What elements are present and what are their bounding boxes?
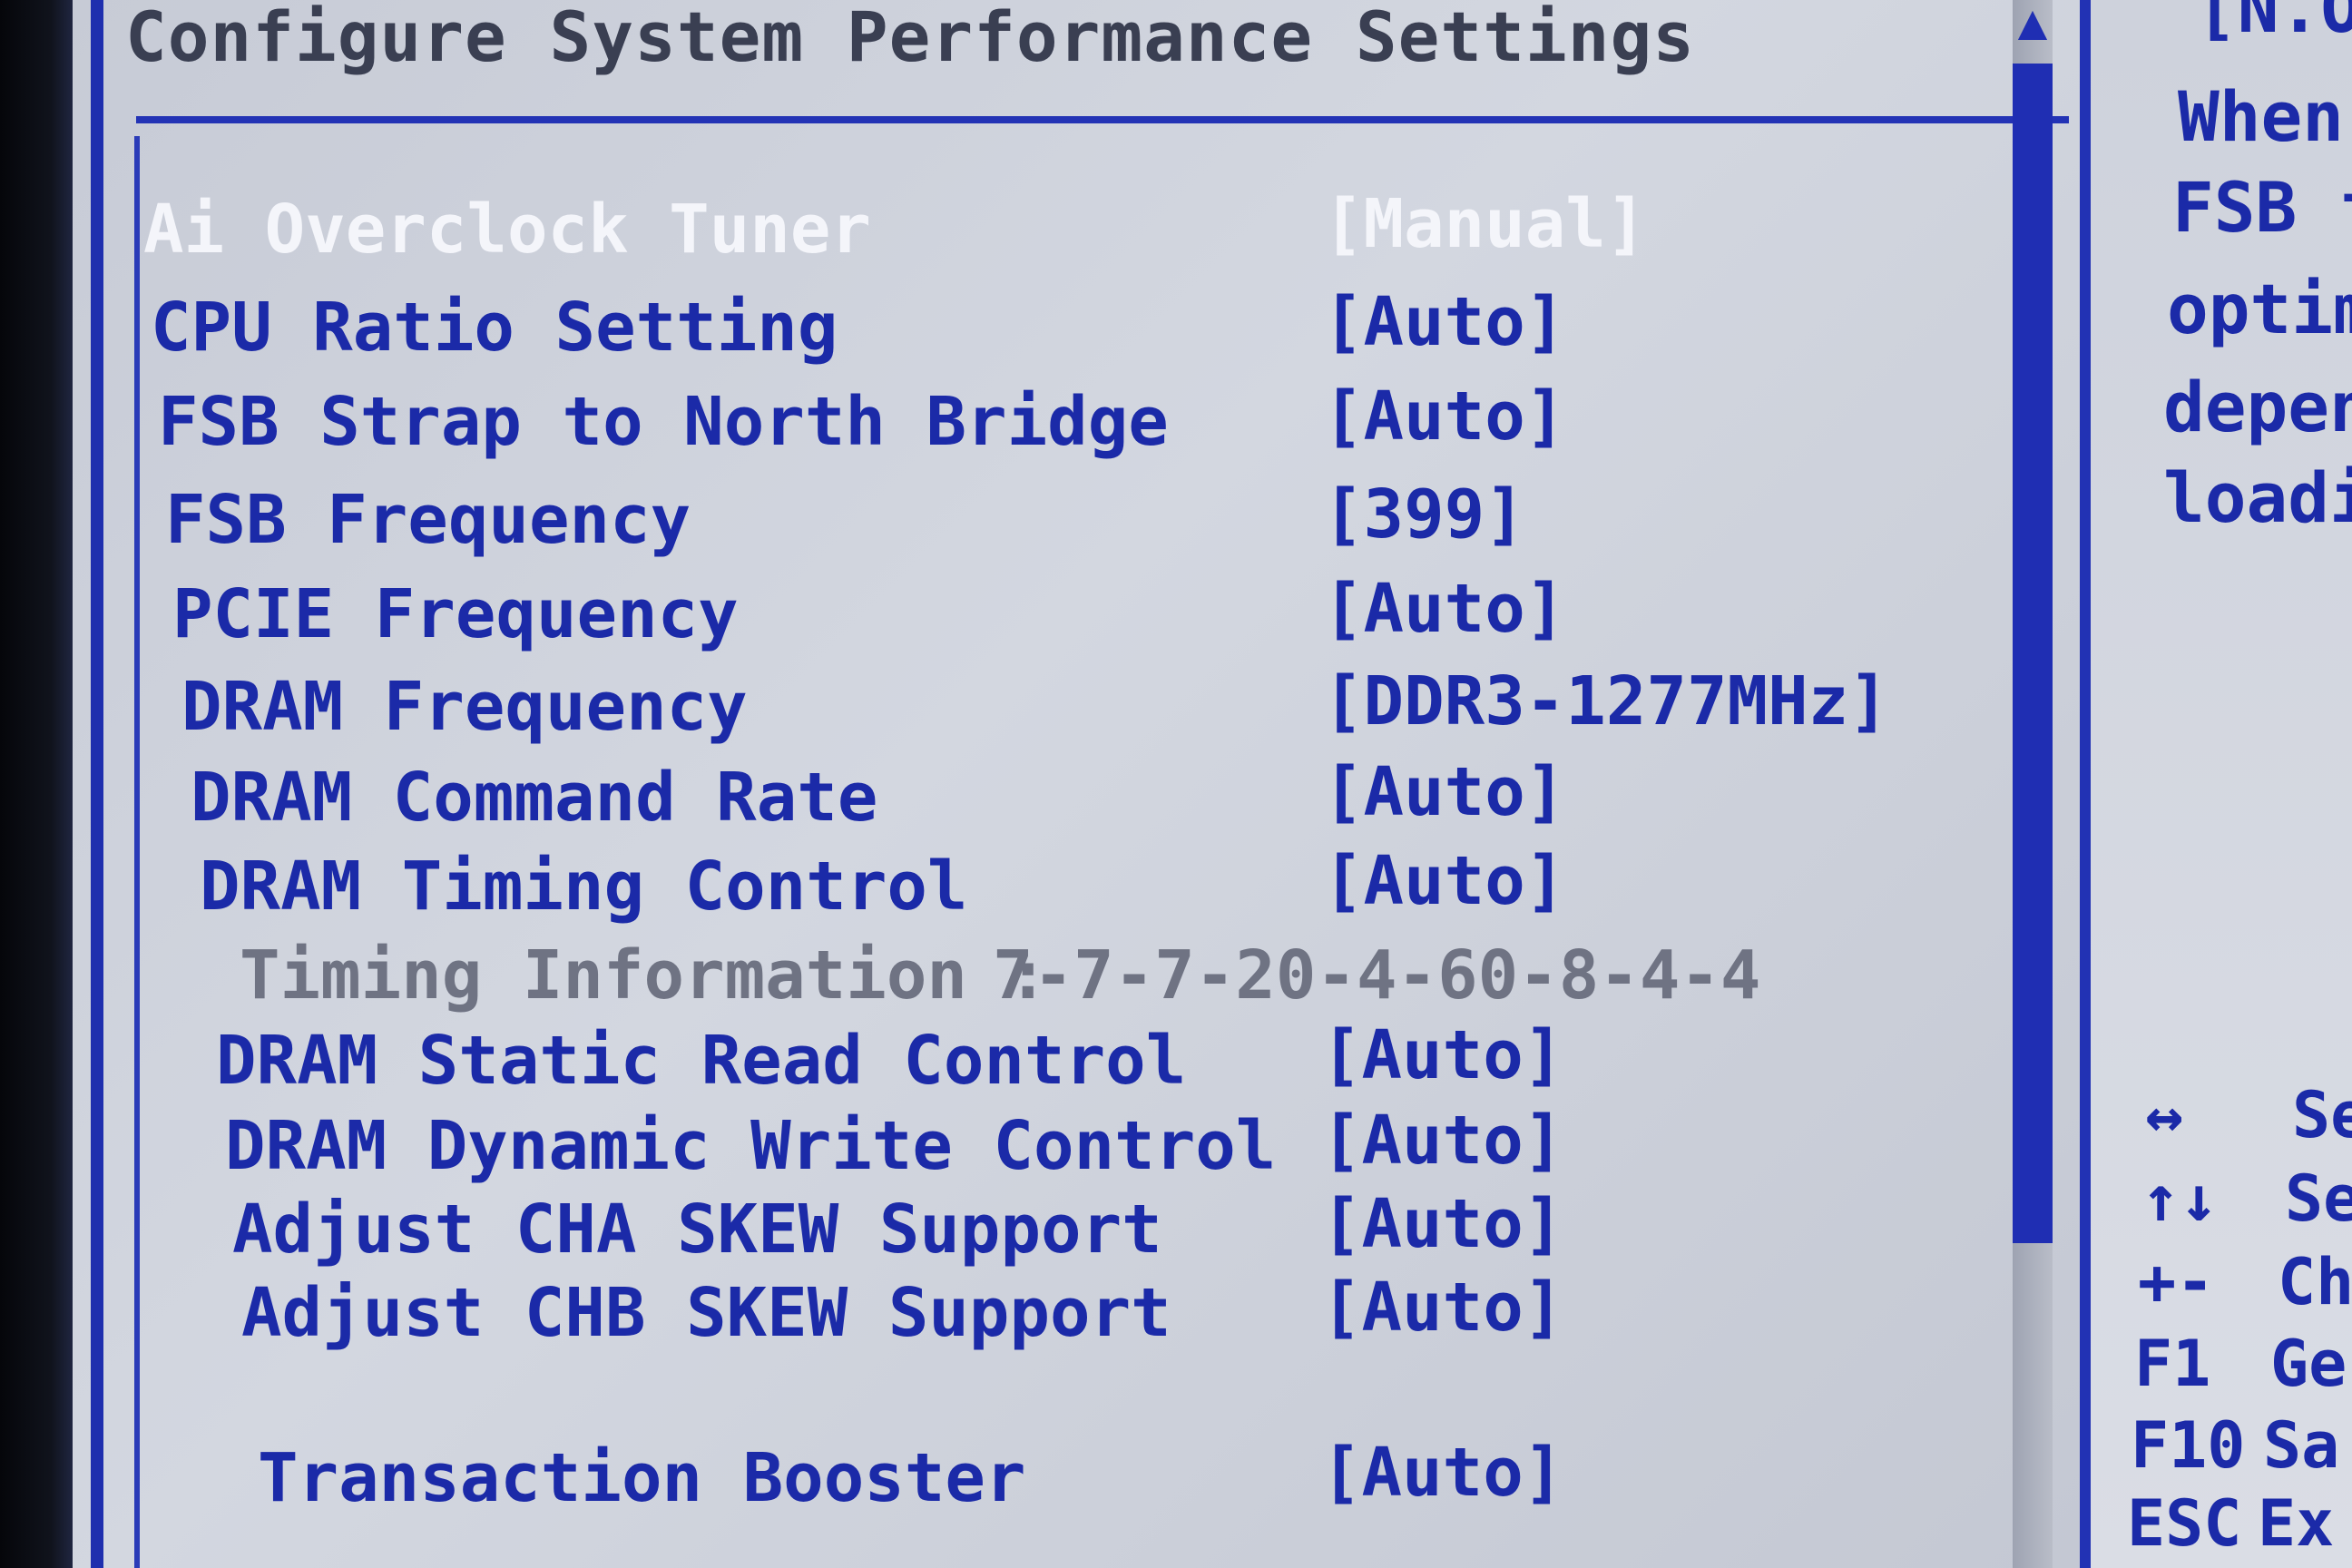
timing-information: Timing Information : 7-7-7-20-4-60-8-4-4 — [240, 936, 1964, 1020]
setting-cpu-ratio[interactable]: CPU Ratio Setting [Auto] — [151, 283, 1875, 372]
scrollbar-thumb[interactable] — [2013, 64, 2053, 1243]
setting-value[interactable]: [Auto] — [1321, 1102, 1563, 1180]
setting-label: DRAM Frequency — [181, 668, 748, 746]
setting-value[interactable]: [Auto] — [1323, 753, 1565, 831]
setting-dram-frequency[interactable]: DRAM Frequency [DDR3-1277MHz] — [181, 662, 1906, 751]
setting-value[interactable]: [Auto] — [1321, 1016, 1563, 1094]
setting-label: Ai Overclock Tuner — [143, 191, 871, 269]
timing-info-label: Timing Information : — [240, 936, 1049, 1014]
setting-label: Transaction Booster — [258, 1439, 1026, 1517]
setting-value[interactable]: [Auto] — [1323, 842, 1565, 920]
left-right-arrows-icon: ↔ — [2145, 1078, 2184, 1152]
monitor-bezel — [0, 0, 73, 1568]
esc-key: ESC — [2127, 1486, 2242, 1561]
setting-pcie-frequency[interactable]: PCIE Frequency [Auto] — [172, 570, 1896, 659]
setting-label: PCIE Frequency — [172, 575, 739, 653]
title-divider — [136, 116, 2069, 123]
help-text-line: loadi — [2163, 457, 2352, 538]
panel-left-border — [91, 0, 103, 1568]
setting-cha-skew[interactable]: Adjust CHA SKEW Support [Auto] — [232, 1185, 1956, 1274]
setting-value[interactable]: [Auto] — [1323, 377, 1565, 456]
setting-fsb-frequency[interactable]: FSB Frequency [399] — [165, 475, 1889, 564]
key-hint-select-item: ↑↓ Se — [2091, 1161, 2352, 1243]
help-panel: [N.O When FSB f optim depend loadi ↔ Se … — [2091, 0, 2352, 1568]
key-hint-text: Ex — [2258, 1486, 2335, 1561]
bios-screen: Configure System Performance Settings Ai… — [0, 0, 2352, 1568]
setting-dram-static-read[interactable]: DRAM Static Read Control [Auto] — [216, 1016, 1940, 1105]
setting-value[interactable]: [Manual] — [1323, 185, 1646, 263]
key-hint-text: Se — [2285, 1161, 2352, 1236]
setting-label: DRAM Static Read Control — [216, 1022, 1187, 1100]
setting-chb-skew[interactable]: Adjust CHB SKEW Support [Auto] — [241, 1269, 1965, 1357]
setting-value[interactable]: [Auto] — [1323, 283, 1565, 361]
setting-transaction-booster[interactable]: Transaction Booster [Auto] — [258, 1434, 1982, 1523]
setting-dram-command-rate[interactable]: DRAM Command Rate [Auto] — [191, 753, 1915, 842]
f10-key: F10 — [2131, 1408, 2246, 1483]
key-hint-text: Ge — [2270, 1327, 2347, 1401]
setting-label: DRAM Timing Control — [200, 848, 968, 926]
key-hint-text: Sa — [2263, 1408, 2340, 1483]
help-text-line: [N.O — [2196, 0, 2352, 48]
setting-label: FSB Strap to North Bridge — [158, 383, 1169, 461]
setting-dram-dynamic-write[interactable]: DRAM Dynamic Write Control [Auto] — [225, 1102, 1949, 1191]
setting-value[interactable]: [DDR3-1277MHz] — [1323, 662, 1889, 740]
setting-label: Adjust CHB SKEW Support — [241, 1274, 1171, 1352]
key-hint-exit: ESC Ex — [2091, 1486, 2352, 1568]
key-hint-select-screen: ↔ Se — [2091, 1078, 2352, 1160]
help-text-line: FSB f — [2172, 167, 2352, 248]
help-text-line: When — [2178, 76, 2345, 157]
f1-key: F1 — [2134, 1327, 2211, 1401]
setting-dram-timing-control[interactable]: DRAM Timing Control [Auto] — [200, 842, 1924, 931]
setting-label: FSB Frequency — [165, 481, 691, 559]
setting-label: DRAM Command Rate — [191, 759, 878, 837]
setting-fsb-strap[interactable]: FSB Strap to North Bridge [Auto] — [158, 377, 1882, 466]
scroll-up-arrow-icon[interactable]: ▲ — [2013, 0, 2053, 49]
key-hint-text: Se — [2292, 1078, 2352, 1152]
help-panel-divider — [2080, 0, 2091, 1568]
setting-value[interactable]: [Auto] — [1321, 1434, 1563, 1512]
page-title: Configure System Performance Settings — [125, 0, 1695, 77]
setting-value[interactable]: [Auto] — [1323, 570, 1565, 648]
key-hint-save: F10 Sa — [2091, 1408, 2352, 1490]
key-hint-text: Ch — [2278, 1245, 2352, 1319]
help-text-line: depend — [2163, 367, 2352, 447]
setting-value[interactable]: [Auto] — [1321, 1269, 1563, 1347]
setting-ai-overclock-tuner[interactable]: Ai Overclock Tuner [Manual] — [143, 185, 1867, 274]
setting-label: CPU Ratio Setting — [151, 289, 838, 367]
setting-value[interactable]: [399] — [1323, 475, 1525, 554]
help-text-line: optim — [2167, 269, 2352, 349]
setting-label: DRAM Dynamic Write Control — [225, 1107, 1277, 1185]
plus-minus-icon: +- — [2138, 1245, 2215, 1319]
panel-inner-border — [134, 136, 140, 1568]
setting-value[interactable]: [Auto] — [1321, 1185, 1563, 1263]
up-down-arrows-icon: ↑↓ — [2141, 1161, 2219, 1236]
timing-info-value: 7-7-7-20-4-60-8-4-4 — [993, 936, 1761, 1014]
key-hint-help: F1 Ge — [2091, 1327, 2352, 1408]
setting-label: Adjust CHA SKEW Support — [232, 1191, 1162, 1269]
key-hint-change: +- Ch — [2091, 1245, 2352, 1327]
